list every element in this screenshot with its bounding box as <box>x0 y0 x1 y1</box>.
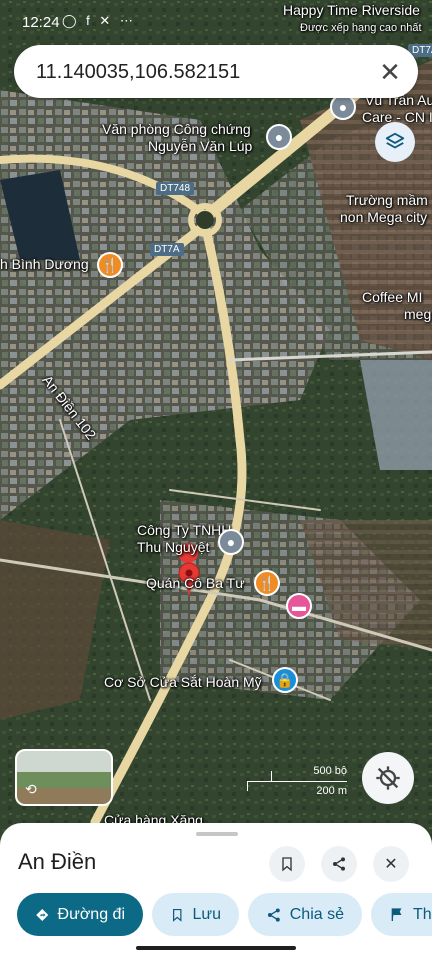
map-label-notary-1[interactable]: Văn phòng Công chứng <box>102 121 251 138</box>
close-sheet-button[interactable]: ✕ <box>373 846 409 882</box>
road-shield-dt7a: DT7A <box>150 243 184 256</box>
restaurant-marker-icon[interactable]: 🍴 <box>97 252 123 278</box>
search-query[interactable]: 11.140035,106.582151 <box>36 61 240 84</box>
share-icon-button[interactable] <box>321 846 357 882</box>
map-label-coffee-1[interactable]: Coffee MI <box>362 289 422 306</box>
my-location-button[interactable] <box>362 752 414 804</box>
map-label-notary-2[interactable]: Nguyễn Văn Lúp <box>148 138 252 155</box>
hotel-marker-icon[interactable]: ▬ <box>286 593 312 619</box>
directions-button[interactable]: Đường đi <box>17 893 143 936</box>
map-scale: 500 bộ 200 m <box>247 765 347 797</box>
rotate-360-icon: ⟲ <box>25 781 37 797</box>
notary-marker-icon[interactable]: ● <box>266 124 292 150</box>
close-icon[interactable]: ✕ <box>376 57 404 87</box>
map-label-coffee-2[interactable]: meg <box>404 306 431 323</box>
status-notification-icons: ◯ f ✕ ⋯ <box>62 13 136 28</box>
search-bar[interactable]: 11.140035,106.582151 ✕ <box>14 45 418 98</box>
map-label-binh-duong[interactable]: h Bình Dương <box>0 256 89 273</box>
map-label-school-2[interactable]: non Mega city <box>340 209 427 226</box>
company-marker-icon[interactable]: ● <box>218 529 244 555</box>
flag-icon <box>391 907 402 921</box>
bookmark-icon <box>173 908 182 922</box>
share-icon <box>333 857 345 871</box>
map-label-quan[interactable]: Quán Cô Ba Tư <box>146 575 245 592</box>
map-label-company-1[interactable]: Công Ty TNHH <box>137 522 231 539</box>
scale-meters: 200 m <box>316 785 347 797</box>
place-sheet[interactable]: An Điền ✕ Đường đi Lưu Chia sẻ Th <box>0 823 432 960</box>
layers-icon <box>385 132 405 149</box>
report-label: Th <box>413 905 432 923</box>
satellite-map[interactable]: Happy Time Riverside Được xếp hạng cao n… <box>0 0 432 960</box>
bookmark-icon <box>282 857 292 872</box>
save-icon-button[interactable] <box>269 846 305 882</box>
directions-icon <box>36 908 49 921</box>
map-label-company-2[interactable]: Thu Nguyệt <box>137 539 209 556</box>
location-off-icon <box>376 766 400 790</box>
report-button[interactable]: Th <box>371 893 432 936</box>
layers-button[interactable] <box>375 122 415 162</box>
status-bar: 12:24 ◯ f ✕ ⋯ <box>0 0 432 44</box>
place-title: An Điền <box>18 849 97 874</box>
shop-marker-icon[interactable]: 🔒 <box>272 667 298 693</box>
share-label: Chia sẻ <box>289 905 344 923</box>
street-view-thumbnail[interactable]: ⟲ <box>15 749 113 806</box>
close-icon: ✕ <box>384 856 398 873</box>
share-icon <box>267 907 280 922</box>
save-button[interactable]: Lưu <box>152 893 239 936</box>
gesture-nav-bar[interactable] <box>136 946 296 950</box>
map-label-window-shop[interactable]: Cơ Sở Cửa Sắt Hoàn Mỹ <box>104 674 262 691</box>
status-time: 12:24 <box>22 14 60 31</box>
scale-feet: 500 bộ <box>313 765 347 777</box>
sheet-drag-handle[interactable] <box>196 832 238 836</box>
cafe-marker-icon[interactable]: 🍴 <box>254 570 280 596</box>
save-label: Lưu <box>192 905 221 923</box>
directions-label: Đường đi <box>57 905 125 923</box>
map-label-school-1[interactable]: Trường mầm <box>346 192 428 209</box>
share-button[interactable]: Chia sẻ <box>248 893 362 936</box>
road-shield-dt748: DT748 <box>156 182 195 195</box>
